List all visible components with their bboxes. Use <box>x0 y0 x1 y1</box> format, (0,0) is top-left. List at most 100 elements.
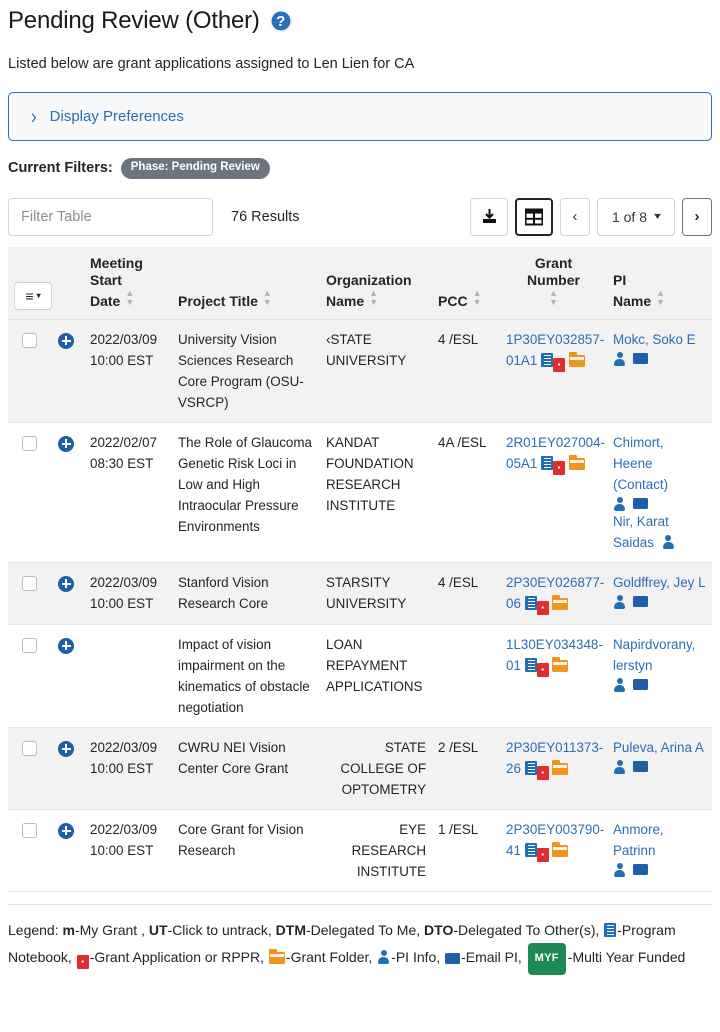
legend-key-ut: UT <box>148 921 168 938</box>
cell-grant-number: 1P30EY032857-01A1 ▪ <box>500 319 607 423</box>
table-header-row: ≡ ▾ Meeting Start Date ▲ ▼ Project Title ▲ ▼… <box>8 246 712 320</box>
pdf-icon[interactable]: ▪ <box>536 847 549 862</box>
row-select-cell <box>8 422 58 563</box>
pi-info-icon[interactable] <box>613 677 626 692</box>
pdf-icon[interactable]: ▪ <box>536 662 549 677</box>
pagination: ‹ 1 of 8 ▾ › <box>560 197 712 236</box>
folder-icon[interactable] <box>552 759 569 775</box>
row-checkbox[interactable] <box>22 435 37 451</box>
expand-row-icon[interactable] <box>58 822 74 839</box>
legend-text-m: -My Grant , <box>74 921 145 938</box>
column-header-meeting-start-date[interactable]: Meeting Start Date ▲ ▼ <box>84 246 172 320</box>
expand-row-icon[interactable] <box>58 435 74 452</box>
table-options-menu-button[interactable]: ≡ ▾ <box>14 281 52 310</box>
cell-organization: STARSITY UNIVERSITY <box>320 562 432 625</box>
cell-project-title: Core Grant for Vision Research <box>172 809 320 892</box>
pi-info-icon[interactable] <box>613 862 626 877</box>
pi-name-link[interactable]: Puleva, Arina A <box>613 740 704 755</box>
row-checkbox[interactable] <box>22 822 37 838</box>
row-checkbox[interactable] <box>22 740 37 756</box>
sort-icon[interactable]: ▲ ▼ <box>125 288 134 307</box>
display-preferences-panel[interactable]: › Display Preferences <box>8 92 712 141</box>
folder-icon[interactable] <box>552 656 569 672</box>
program-notebook-icon[interactable] <box>541 352 554 367</box>
sort-icon[interactable]: ▲ ▼ <box>263 288 272 307</box>
column-header-grant-number[interactable]: Grant Number ▲ ▼ <box>500 246 607 320</box>
table-menu-cell: ≡ ▾ <box>8 246 84 320</box>
download-icon[interactable] <box>470 197 508 236</box>
table-row: 2022/03/09 10:00 EST Stanford Vision Res… <box>8 562 712 625</box>
folder-icon[interactable] <box>568 351 585 367</box>
cell-meeting-date: 2022/03/09 10:00 EST <box>84 562 172 625</box>
filter-chip-phase[interactable]: Phase: Pending Review <box>120 158 270 179</box>
column-header-organization-name[interactable]: Organization Name ▲ ▼ <box>320 246 432 320</box>
row-checkbox[interactable] <box>22 332 37 348</box>
filter-table-input[interactable] <box>8 197 213 236</box>
email-pi-icon[interactable] <box>633 498 648 510</box>
row-select-cell <box>8 809 58 892</box>
page-title: Pending Review (Other) <box>8 7 260 34</box>
pi-name-link[interactable]: Anmore, Patrinn <box>613 822 664 858</box>
pi-name-link[interactable]: Napirdvorany, lerstyn <box>613 637 695 673</box>
pi-info-icon[interactable] <box>662 534 675 549</box>
program-notebook-icon[interactable] <box>524 760 537 775</box>
sort-icon[interactable]: ▲ ▼ <box>473 288 482 307</box>
sort-icon[interactable]: ▲ ▼ <box>656 288 665 307</box>
help-question-icon[interactable]: ? <box>269 10 292 32</box>
page-root: Pending Review (Other) ? Listed below ar… <box>0 0 720 975</box>
expand-row-icon[interactable] <box>58 740 74 757</box>
legend-key-m: m <box>62 921 75 938</box>
pi-info-icon[interactable] <box>613 759 626 774</box>
legend-key-dtm: DTM <box>275 921 306 938</box>
prev-page-button[interactable]: ‹ <box>560 197 590 236</box>
email-pi-icon[interactable] <box>633 596 648 608</box>
email-pi-icon[interactable] <box>633 353 648 365</box>
chevron-right-icon: › <box>31 104 37 129</box>
pi-info-icon[interactable] <box>613 594 626 609</box>
table-body: 2022/03/09 10:00 EST University Vision S… <box>8 319 712 892</box>
folder-icon[interactable] <box>552 594 569 610</box>
cell-pi-name: Mokc, Soko E <box>607 319 712 423</box>
cell-pcc: 4 /ESL <box>432 562 500 625</box>
expand-row-icon[interactable] <box>58 575 74 592</box>
column-header-pi-name[interactable]: PI Name ▲ ▼ <box>607 246 712 320</box>
pi-info-icon[interactable] <box>613 496 626 511</box>
pdf-icon[interactable]: ▪ <box>536 765 549 780</box>
sort-icon[interactable]: ▲ ▼ <box>549 288 558 307</box>
column-header-pcc[interactable]: PCC ▲ ▼ <box>432 246 500 320</box>
sort-icon[interactable]: ▲ ▼ <box>369 288 378 307</box>
expand-row-icon[interactable] <box>58 637 74 654</box>
table-row: Impact of vision impairment on the kinem… <box>8 624 712 728</box>
next-page-button[interactable]: › <box>682 197 712 236</box>
pi-info-icon[interactable] <box>613 351 626 366</box>
cell-grant-number: 2P30EY011373-26 ▪ <box>500 727 607 810</box>
email-pi-icon[interactable] <box>633 864 648 876</box>
program-notebook-icon[interactable] <box>524 842 537 857</box>
page-select[interactable]: 1 of 8 ▾ <box>597 197 675 236</box>
legend-text-dtm: -Delegated To Me, <box>306 921 421 938</box>
table-toolbar: 76 Results ‹ 1 of 8 <box>8 197 712 236</box>
column-header-project-title[interactable]: Project Title ▲ ▼ <box>172 246 320 320</box>
pi-name-link[interactable]: Goldffrey, Jey L <box>613 575 706 590</box>
email-pi-icon[interactable] <box>633 761 648 773</box>
grid-view-icon[interactable] <box>515 197 553 236</box>
email-pi-icon[interactable] <box>633 679 648 691</box>
row-checkbox[interactable] <box>22 575 37 591</box>
pdf-icon[interactable]: ▪ <box>536 600 549 615</box>
program-notebook-icon[interactable] <box>524 595 537 610</box>
program-notebook-icon[interactable] <box>541 455 554 470</box>
folder-icon[interactable] <box>552 841 569 857</box>
program-notebook-icon[interactable] <box>524 657 537 672</box>
folder-icon[interactable] <box>568 454 585 470</box>
page-header: Pending Review (Other) ? <box>8 0 712 36</box>
cell-organization: KANDAT FOUNDATION RESEARCH INSTITUTE <box>320 422 432 563</box>
expand-row-icon[interactable] <box>58 332 74 349</box>
pi-name-link[interactable]: Chimort, Heene (Contact) <box>613 435 668 492</box>
pdf-icon[interactable]: ▪ <box>553 357 566 372</box>
legend-text-email: -Email PI, <box>461 948 522 965</box>
row-checkbox[interactable] <box>22 637 37 653</box>
pdf-icon[interactable]: ▪ <box>553 460 566 475</box>
cell-pi-name: Chimort, Heene (Contact) Nir, Karat Said… <box>607 422 712 563</box>
pi-name-link[interactable]: Mokc, Soko E <box>613 332 696 347</box>
pi-name-link-secondary[interactable]: Nir, Karat Saidas <box>613 514 669 550</box>
